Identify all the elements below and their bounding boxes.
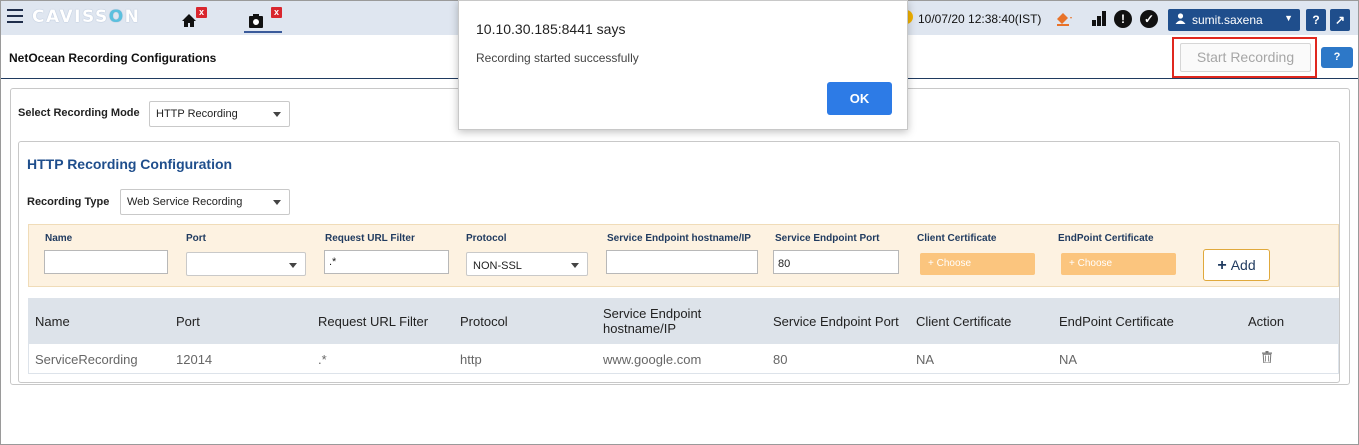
name-field-label: Name bbox=[45, 233, 73, 244]
col-header-endpoint-cert: EndPoint Certificate bbox=[1059, 314, 1174, 329]
user-icon bbox=[1175, 13, 1186, 27]
url-filter-input[interactable]: .* bbox=[324, 250, 449, 274]
help-button[interactable]: ? bbox=[1306, 9, 1326, 31]
ok-button[interactable]: OK bbox=[827, 82, 892, 115]
add-button-label: Add bbox=[1230, 257, 1256, 273]
recording-type-select[interactable]: Web Service Recording bbox=[120, 189, 290, 215]
start-recording-button[interactable]: Start Recording bbox=[1180, 43, 1311, 72]
page-title: NetOcean Recording Configurations bbox=[9, 51, 217, 65]
choose-client-cert-button[interactable]: + Choose bbox=[920, 253, 1035, 275]
expand-icon[interactable]: ↗ bbox=[1330, 9, 1350, 31]
cell-endpoint-host: www.google.com bbox=[603, 352, 702, 367]
check-icon[interactable]: ✓ bbox=[1140, 10, 1158, 28]
alert-dialog: 10.10.30.185:8441 says Recording started… bbox=[458, 0, 908, 130]
chevron-down-icon: ▼ bbox=[1284, 13, 1293, 23]
url-filter-label: Request URL Filter bbox=[325, 233, 415, 244]
page-help-button[interactable]: ? bbox=[1321, 47, 1353, 68]
plus-icon: + bbox=[1217, 257, 1227, 274]
col-header-url-filter: Request URL Filter bbox=[318, 314, 429, 329]
dialog-message: Recording started successfully bbox=[476, 51, 639, 65]
endpoint-port-label: Service Endpoint Port bbox=[775, 233, 880, 244]
col-header-protocol: Protocol bbox=[460, 314, 508, 329]
protocol-value: NON-SSL bbox=[473, 260, 522, 272]
recording-mode-value: HTTP Recording bbox=[156, 108, 238, 120]
col-header-endpoint-port: Service Endpoint Port bbox=[773, 314, 899, 329]
endpoint-cert-label: EndPoint Certificate bbox=[1058, 233, 1154, 244]
col-header-port: Port bbox=[176, 314, 200, 329]
user-name: sumit.saxena bbox=[1192, 13, 1263, 27]
port-field-label: Port bbox=[186, 233, 206, 244]
cell-protocol: http bbox=[460, 352, 482, 367]
dialog-title: 10.10.30.185:8441 says bbox=[476, 21, 626, 37]
recording-icon bbox=[248, 13, 264, 32]
cell-port: 12014 bbox=[176, 352, 213, 367]
cell-client-cert: NA bbox=[916, 352, 935, 367]
cell-endpoint-port: 80 bbox=[773, 352, 788, 367]
chevron-down-icon bbox=[289, 263, 297, 268]
chevron-down-icon bbox=[273, 200, 281, 205]
cell-endpoint-cert: NA bbox=[1059, 352, 1078, 367]
add-button[interactable]: + Add bbox=[1203, 249, 1270, 281]
col-header-name: Name bbox=[35, 314, 70, 329]
tab-recording[interactable]: x bbox=[244, 7, 282, 33]
datetime-display: 10/07/20 12:38:40(IST) bbox=[918, 12, 1042, 26]
protocol-select[interactable]: NON-SSL bbox=[466, 252, 588, 276]
cavisson-logo: CAVISSON bbox=[32, 7, 141, 27]
close-tab-icon[interactable]: x bbox=[196, 7, 207, 18]
name-input[interactable] bbox=[44, 250, 168, 274]
recording-mode-label: Select Recording Mode bbox=[18, 107, 140, 119]
paint-bucket-icon[interactable] bbox=[1055, 10, 1073, 26]
port-select[interactable] bbox=[186, 252, 306, 276]
endpoint-host-label: Service Endpoint hostname/IP bbox=[607, 233, 751, 244]
tab-home[interactable]: x bbox=[177, 7, 207, 33]
chevron-down-icon bbox=[571, 263, 579, 268]
chevron-down-icon bbox=[273, 112, 281, 117]
recording-mode-select[interactable]: HTTP Recording bbox=[149, 101, 290, 127]
hamburger-menu-icon[interactable] bbox=[7, 9, 23, 23]
client-cert-label: Client Certificate bbox=[917, 233, 997, 244]
config-title: HTTP Recording Configuration bbox=[27, 156, 233, 172]
trash-icon[interactable] bbox=[1262, 351, 1272, 364]
col-header-client-cert: Client Certificate bbox=[916, 314, 1012, 329]
col-header-endpoint-host: Service Endpoint hostname/IP bbox=[603, 306, 701, 336]
protocol-field-label: Protocol bbox=[466, 233, 507, 244]
close-tab-icon[interactable]: x bbox=[271, 7, 282, 18]
endpoint-host-input[interactable] bbox=[606, 250, 758, 274]
col-header-action: Action bbox=[1248, 314, 1285, 329]
col-header-endpoint-host-line2: hostname/IP bbox=[603, 321, 676, 336]
bar-chart-icon[interactable] bbox=[1092, 11, 1109, 26]
recording-type-value: Web Service Recording bbox=[127, 196, 243, 208]
alert-icon[interactable]: ! bbox=[1114, 10, 1132, 28]
cell-url-filter: .* bbox=[318, 352, 327, 367]
cell-name: ServiceRecording bbox=[35, 352, 138, 367]
col-header-endpoint-host-line1: Service Endpoint bbox=[603, 306, 702, 321]
endpoint-port-input[interactable]: 80 bbox=[773, 250, 899, 274]
choose-endpoint-cert-button[interactable]: + Choose bbox=[1061, 253, 1176, 275]
user-menu-button[interactable]: sumit.saxena ▼ bbox=[1168, 9, 1300, 31]
recording-type-label: Recording Type bbox=[27, 196, 110, 208]
home-icon bbox=[181, 13, 197, 31]
